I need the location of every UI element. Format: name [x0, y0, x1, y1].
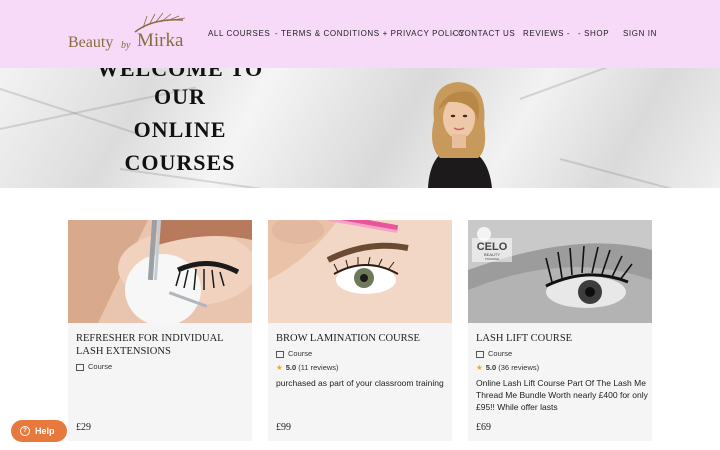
course-type-label: Course — [488, 349, 513, 358]
course-image[interactable]: CELO BEAUTY TRAINING — [468, 220, 652, 323]
course-card[interactable]: CELO BEAUTY TRAINING LASH LIFT COURSE Co… — [468, 220, 652, 441]
nav-reviews[interactable]: REVIEWS - — [523, 29, 570, 38]
course-image[interactable] — [268, 220, 452, 323]
course-type: Course — [276, 349, 312, 358]
course-title[interactable]: LASH LIFT COURSE — [476, 332, 648, 345]
nav-sign-in[interactable]: SIGN IN — [623, 29, 657, 38]
course-type-label: Course — [288, 349, 313, 358]
course-price: £29 — [76, 422, 91, 433]
hero-heading-line4: COURSES — [124, 150, 236, 175]
help-label: Help — [35, 426, 55, 436]
course-price: £99 — [276, 422, 291, 433]
course-description: purchased as part of your classroom trai… — [276, 378, 444, 388]
rating-value: 5.0 — [285, 363, 297, 372]
site-header: Beauty by Mirka ALL COURSES - TERMS & CO… — [0, 0, 720, 68]
course-type-label: Course — [88, 362, 113, 371]
brand-logo[interactable]: Beauty by Mirka — [67, 12, 189, 56]
course-title[interactable]: BROW LAMINATION COURSE — [276, 332, 448, 345]
rating-value: 5.0 — [485, 363, 497, 372]
brand-name-part1: Beauty — [68, 34, 114, 51]
marble-vein — [519, 68, 720, 100]
nav-contact-us[interactable]: - CONTACT US — [452, 29, 515, 38]
course-title[interactable]: REFRESHER FOR INDIVIDUAL LASH EXTENSIONS — [76, 332, 248, 358]
course-type: Course — [76, 362, 112, 371]
hero-heading-line2: OUR — [154, 84, 206, 109]
hero-heading-line1: WELCOME TO — [96, 68, 264, 81]
course-type-icon — [476, 350, 484, 358]
course-type-icon — [276, 350, 284, 358]
hero-heading-line3: ONLINE — [133, 117, 227, 142]
help-icon: ? — [20, 426, 30, 436]
course-image[interactable] — [68, 220, 252, 323]
nav-terms-privacy[interactable]: - TERMS & CONDITIONS + PRIVACY POLICY — [275, 29, 465, 38]
star-icon: ★ — [476, 363, 483, 372]
course-rating: ★ 5.0 (36 reviews) — [476, 363, 539, 372]
course-price: £69 — [476, 422, 491, 433]
course-type-icon — [76, 363, 84, 371]
review-count: (11 reviews) — [298, 363, 339, 372]
review-count: (36 reviews) — [498, 363, 540, 372]
nav-all-courses[interactable]: ALL COURSES — [208, 29, 270, 38]
course-rating: ★ 5.0 (11 reviews) — [276, 363, 339, 372]
celo-badge-line3: TRAINING — [485, 257, 500, 261]
marble-vein — [559, 158, 720, 188]
star-icon: ★ — [276, 363, 283, 372]
help-button[interactable]: ? Help — [11, 420, 67, 442]
instructor-portrait — [428, 82, 492, 188]
hero-banner: WELCOME TO OUR ONLINE COURSES — [0, 68, 720, 188]
course-card[interactable]: BROW LAMINATION COURSE Course ★ 5.0 (11 r… — [268, 220, 452, 441]
course-type: Course — [476, 349, 512, 358]
nav-shop[interactable]: - SHOP — [578, 29, 609, 38]
brand-name-part2: by — [121, 40, 131, 51]
course-description: Online Lash Lift Course Part Of The Lash… — [476, 378, 648, 412]
brand-name-part3: Mirka — [137, 30, 184, 51]
course-card[interactable]: REFRESHER FOR INDIVIDUAL LASH EXTENSIONS… — [68, 220, 252, 441]
